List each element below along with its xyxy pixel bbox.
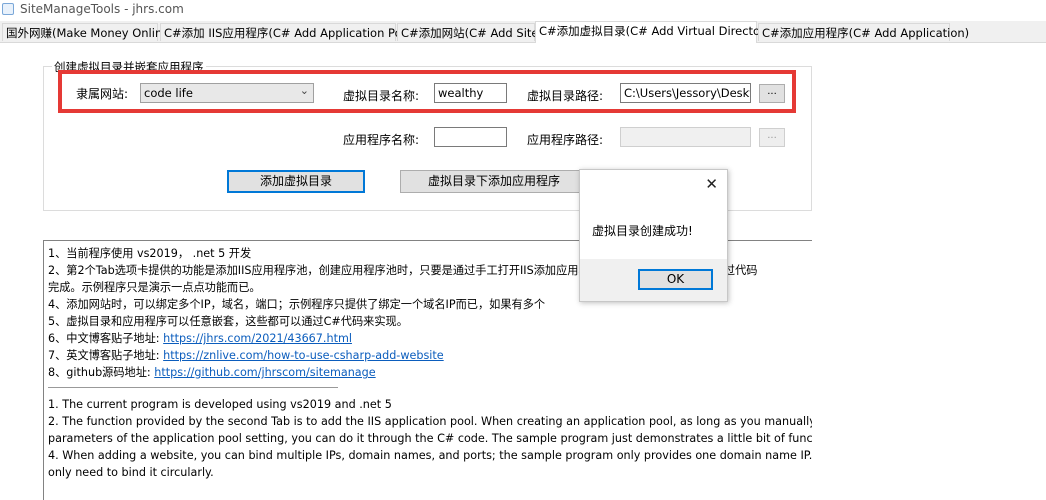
link-prefix: 8、github源码地址: <box>48 366 155 379</box>
tab-strip: 国外网赚(Make Money Online) C#添加 IIS应用程序(C# … <box>0 21 1046 43</box>
tab-add-site[interactable]: C#添加网站(C# Add Site) <box>397 23 543 41</box>
tab-panel: 创建虚拟目录并嵌套应用程序 隶属网站: code life ⌄ 虚拟目录名称: … <box>0 43 1046 500</box>
app-browse-button[interactable]: ... <box>759 128 785 147</box>
link-line: 6、中文博客贴子地址: https://jhrs.com/2021/43667.… <box>48 330 352 346</box>
tab-make-money[interactable]: 国外网赚(Make Money Online) <box>2 23 174 41</box>
info-line: 1、当前程序使用 vs2019， .net 5 开发 <box>48 247 252 260</box>
dialog-message: 虚拟目录创建成功! <box>592 224 693 238</box>
info-line: 4. When adding a website, you can bind m… <box>48 449 812 462</box>
english-blog-link[interactable]: https://znlive.com/how-to-use-csharp-add… <box>163 349 444 362</box>
window-title: SiteManageTools - jhrs.com <box>20 2 184 16</box>
app-name-input[interactable] <box>434 127 507 147</box>
highlight-box <box>58 70 796 113</box>
app-icon <box>2 3 14 15</box>
info-line: 5、虚拟目录和应用程序可以任意嵌套，这些都可以通过C#代码来实现。 <box>48 315 408 328</box>
app-path-label: 应用程序路径: <box>527 133 604 147</box>
link-prefix: 6、中文博客贴子地址: <box>48 332 164 345</box>
add-app-under-vdir-button[interactable]: 虚拟目录下添加应用程序 <box>400 170 588 193</box>
success-dialog: ✕ 虚拟目录创建成功! OK <box>579 169 728 302</box>
ok-button[interactable]: OK <box>638 269 713 290</box>
chinese-blog-link[interactable]: https://jhrs.com/2021/43667.html <box>163 332 352 345</box>
info-line: 4、添加网站时，可以绑定多个IP，域名，端口；示例程序只提供了绑定一个域名IP而… <box>48 298 546 311</box>
tab-add-virtual-directory[interactable]: C#添加虚拟目录(C# Add Virtual Directory) <box>535 21 776 43</box>
info-line: 2. The function provided by the second T… <box>48 415 812 428</box>
separator <box>48 380 338 393</box>
info-line: 1. The current program is developed usin… <box>48 398 392 411</box>
tab-add-app-pool[interactable]: C#添加 IIS应用程序(C# Add Application Pool) <box>160 23 416 41</box>
close-icon[interactable]: ✕ <box>705 175 718 193</box>
link-line: 7、英文博客贴子地址: https://znlive.com/how-to-us… <box>48 347 444 363</box>
dialog-footer: OK <box>580 259 727 301</box>
link-prefix: 7、英文博客贴子地址: <box>48 349 164 362</box>
title-bar: SiteManageTools - jhrs.com <box>0 0 1046 20</box>
info-line: parameters of the application pool setti… <box>48 432 812 445</box>
app-path-input[interactable] <box>620 127 751 147</box>
add-vdir-button[interactable]: 添加虚拟目录 <box>227 170 365 193</box>
info-line: only need to bind it circularly. <box>48 466 214 479</box>
link-line: 8、github源码地址: https://github.com/jhrscom… <box>48 364 376 380</box>
app-name-label: 应用程序名称: <box>343 133 420 147</box>
tab-add-application[interactable]: C#添加应用程序(C# Add Application) <box>758 23 969 41</box>
github-link[interactable]: https://github.com/jhrscom/sitemanage <box>154 366 375 379</box>
info-line: 完成。示例程序只是演示一点点功能而已。 <box>48 281 261 294</box>
